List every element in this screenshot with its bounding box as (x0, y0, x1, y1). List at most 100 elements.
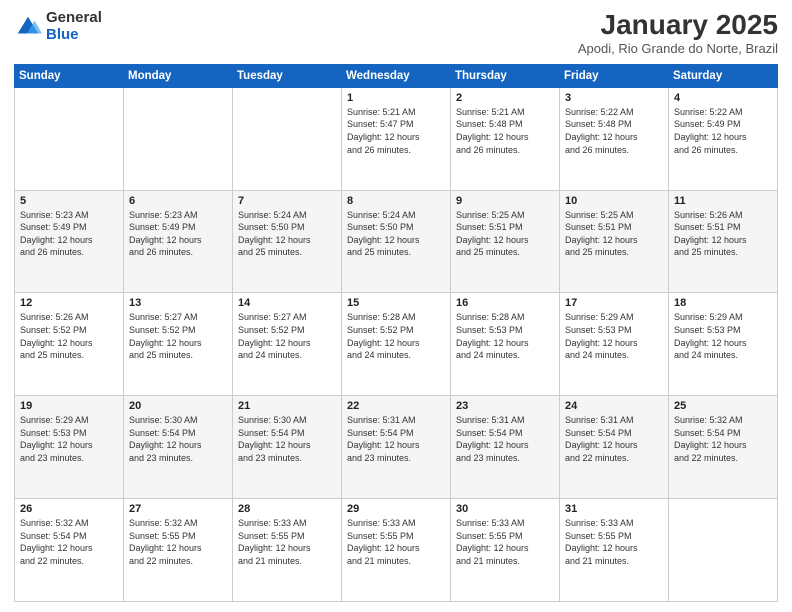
day-number: 9 (456, 195, 554, 207)
day-info: Sunrise: 5:29 AM Sunset: 5:53 PM Dayligh… (674, 311, 772, 361)
calendar-cell: 23Sunrise: 5:31 AM Sunset: 5:54 PM Dayli… (451, 396, 560, 499)
calendar-cell: 4 Sunrise: 5:22 AM Sunset: 5:49 PM Daylig… (669, 87, 778, 190)
day-info: Sunrise: 5:33 AM Sunset: 5:55 PM Dayligh… (347, 517, 445, 567)
calendar-cell: 13 Sunrise: 5:27 AM Sunset: 5:52 PM Dayli… (124, 293, 233, 396)
calendar-cell: 22Sunrise: 5:31 AM Sunset: 5:54 PM Dayli… (342, 396, 451, 499)
calendar-cell: 5 Sunrise: 5:23 AM Sunset: 5:49 PM Daylig… (15, 190, 124, 293)
calendar-cell: 9 Sunrise: 5:25 AM Sunset: 5:51 PM Daylig… (451, 190, 560, 293)
col-friday: Friday (560, 64, 669, 87)
col-wednesday: Wednesday (342, 64, 451, 87)
logo-text: General Blue (46, 10, 102, 43)
day-info: Sunrise: 5:33 AM Sunset: 5:55 PM Dayligh… (238, 517, 336, 567)
day-info: Sunrise: 5:29 AM Sunset: 5:53 PM Dayligh… (20, 414, 118, 464)
calendar-cell (15, 87, 124, 190)
day-info: Sunrise: 5:28 AM Sunset: 5:53 PM Dayligh… (456, 311, 554, 361)
calendar-week-row-0: 1 Sunrise: 5:21 AM Sunset: 5:47 PM Daylig… (15, 87, 778, 190)
day-number: 14 (238, 297, 336, 309)
day-number: 23 (456, 400, 554, 412)
day-info: Sunrise: 5:22 AM Sunset: 5:49 PM Dayligh… (674, 106, 772, 156)
day-number: 19 (20, 400, 118, 412)
day-number: 7 (238, 195, 336, 207)
day-number: 24 (565, 400, 663, 412)
day-number: 25 (674, 400, 772, 412)
day-number: 1 (347, 92, 445, 104)
day-number: 29 (347, 503, 445, 515)
day-info: Sunrise: 5:26 AM Sunset: 5:51 PM Dayligh… (674, 209, 772, 259)
day-number: 13 (129, 297, 227, 309)
calendar-cell: 2 Sunrise: 5:21 AM Sunset: 5:48 PM Daylig… (451, 87, 560, 190)
col-saturday: Saturday (669, 64, 778, 87)
day-number: 28 (238, 503, 336, 515)
calendar-cell: 30 Sunrise: 5:33 AM Sunset: 5:55 PM Dayli… (451, 499, 560, 602)
day-info: Sunrise: 5:25 AM Sunset: 5:51 PM Dayligh… (565, 209, 663, 259)
day-number: 22 (347, 400, 445, 412)
logo: General Blue (14, 10, 102, 43)
calendar-cell: 17Sunrise: 5:29 AM Sunset: 5:53 PM Dayli… (560, 293, 669, 396)
header: General Blue January 2025 Apodi, Rio Gra… (14, 10, 778, 56)
calendar-cell: 27 Sunrise: 5:32 AM Sunset: 5:55 PM Dayli… (124, 499, 233, 602)
calendar-week-row-4: 26 Sunrise: 5:32 AM Sunset: 5:54 PM Dayli… (15, 499, 778, 602)
day-info: Sunrise: 5:24 AM Sunset: 5:50 PM Dayligh… (238, 209, 336, 259)
calendar-cell: 3Sunrise: 5:22 AM Sunset: 5:48 PM Daylig… (560, 87, 669, 190)
calendar-cell: 28 Sunrise: 5:33 AM Sunset: 5:55 PM Dayli… (233, 499, 342, 602)
day-info: Sunrise: 5:32 AM Sunset: 5:54 PM Dayligh… (674, 414, 772, 464)
calendar-cell: 18 Sunrise: 5:29 AM Sunset: 5:53 PM Dayli… (669, 293, 778, 396)
logo-general: General (46, 10, 102, 27)
calendar-cell (669, 499, 778, 602)
calendar-cell (124, 87, 233, 190)
calendar-cell: 16 Sunrise: 5:28 AM Sunset: 5:53 PM Dayli… (451, 293, 560, 396)
day-info: Sunrise: 5:23 AM Sunset: 5:49 PM Dayligh… (129, 209, 227, 259)
calendar-cell: 15 Sunrise: 5:28 AM Sunset: 5:52 PM Dayli… (342, 293, 451, 396)
day-info: Sunrise: 5:32 AM Sunset: 5:54 PM Dayligh… (20, 517, 118, 567)
day-number: 31 (565, 503, 663, 515)
day-info: Sunrise: 5:22 AM Sunset: 5:48 PM Dayligh… (565, 106, 663, 156)
day-number: 26 (20, 503, 118, 515)
day-number: 21 (238, 400, 336, 412)
col-monday: Monday (124, 64, 233, 87)
page: General Blue January 2025 Apodi, Rio Gra… (0, 0, 792, 612)
day-number: 18 (674, 297, 772, 309)
day-number: 10 (565, 195, 663, 207)
calendar-cell: 8Sunrise: 5:24 AM Sunset: 5:50 PM Daylig… (342, 190, 451, 293)
day-info: Sunrise: 5:33 AM Sunset: 5:55 PM Dayligh… (565, 517, 663, 567)
day-info: Sunrise: 5:27 AM Sunset: 5:52 PM Dayligh… (129, 311, 227, 361)
day-number: 17 (565, 297, 663, 309)
day-info: Sunrise: 5:26 AM Sunset: 5:52 PM Dayligh… (20, 311, 118, 361)
day-info: Sunrise: 5:28 AM Sunset: 5:52 PM Dayligh… (347, 311, 445, 361)
day-number: 8 (347, 195, 445, 207)
calendar-cell: 20 Sunrise: 5:30 AM Sunset: 5:54 PM Dayli… (124, 396, 233, 499)
day-number: 5 (20, 195, 118, 207)
day-info: Sunrise: 5:30 AM Sunset: 5:54 PM Dayligh… (238, 414, 336, 464)
col-tuesday: Tuesday (233, 64, 342, 87)
calendar-header-row: Sunday Monday Tuesday Wednesday Thursday… (15, 64, 778, 87)
calendar-week-row-3: 19 Sunrise: 5:29 AM Sunset: 5:53 PM Dayli… (15, 396, 778, 499)
day-number: 20 (129, 400, 227, 412)
logo-blue: Blue (46, 27, 102, 44)
calendar-table: Sunday Monday Tuesday Wednesday Thursday… (14, 64, 778, 602)
day-info: Sunrise: 5:30 AM Sunset: 5:54 PM Dayligh… (129, 414, 227, 464)
day-info: Sunrise: 5:27 AM Sunset: 5:52 PM Dayligh… (238, 311, 336, 361)
day-info: Sunrise: 5:23 AM Sunset: 5:49 PM Dayligh… (20, 209, 118, 259)
day-info: Sunrise: 5:32 AM Sunset: 5:55 PM Dayligh… (129, 517, 227, 567)
day-info: Sunrise: 5:25 AM Sunset: 5:51 PM Dayligh… (456, 209, 554, 259)
calendar-week-row-1: 5 Sunrise: 5:23 AM Sunset: 5:49 PM Daylig… (15, 190, 778, 293)
day-number: 4 (674, 92, 772, 104)
col-thursday: Thursday (451, 64, 560, 87)
day-number: 6 (129, 195, 227, 207)
day-number: 30 (456, 503, 554, 515)
day-number: 27 (129, 503, 227, 515)
calendar-cell: 7 Sunrise: 5:24 AM Sunset: 5:50 PM Daylig… (233, 190, 342, 293)
col-sunday: Sunday (15, 64, 124, 87)
calendar-cell: 29 Sunrise: 5:33 AM Sunset: 5:55 PM Dayli… (342, 499, 451, 602)
day-number: 15 (347, 297, 445, 309)
day-info: Sunrise: 5:21 AM Sunset: 5:47 PM Dayligh… (347, 106, 445, 156)
calendar-cell: 31 Sunrise: 5:33 AM Sunset: 5:55 PM Dayli… (560, 499, 669, 602)
day-info: Sunrise: 5:33 AM Sunset: 5:55 PM Dayligh… (456, 517, 554, 567)
calendar-cell: 12Sunrise: 5:26 AM Sunset: 5:52 PM Dayli… (15, 293, 124, 396)
day-number: 2 (456, 92, 554, 104)
day-info: Sunrise: 5:21 AM Sunset: 5:48 PM Dayligh… (456, 106, 554, 156)
calendar-cell: 24 Sunrise: 5:31 AM Sunset: 5:54 PM Dayli… (560, 396, 669, 499)
day-info: Sunrise: 5:31 AM Sunset: 5:54 PM Dayligh… (565, 414, 663, 464)
day-number: 16 (456, 297, 554, 309)
calendar-week-row-2: 12Sunrise: 5:26 AM Sunset: 5:52 PM Dayli… (15, 293, 778, 396)
